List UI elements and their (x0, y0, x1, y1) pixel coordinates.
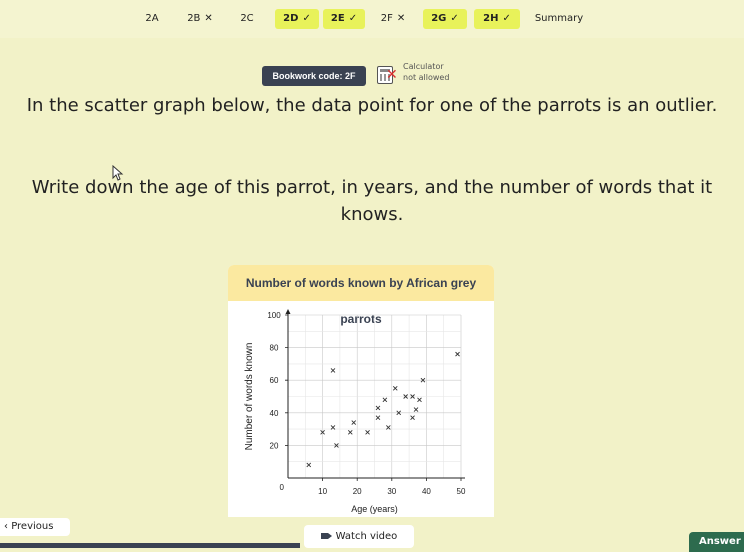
check-icon: ✓ (348, 13, 358, 24)
y-axis-arrow (285, 309, 291, 314)
x-tick-label: 30 (387, 487, 396, 496)
watch-video-button[interactable]: Watch video (304, 525, 414, 548)
tab-2d[interactable]: 2D ✓ (275, 9, 319, 29)
data-point (417, 397, 422, 403)
data-point (375, 405, 381, 411)
not-allowed-icon: ✕ (386, 67, 398, 83)
tab-summary[interactable]: Summary (528, 9, 590, 29)
question-text-1: In the scatter graph below, the data poi… (26, 95, 718, 116)
data-point (351, 420, 357, 425)
bookwork-code: Bookwork code: 2F (262, 66, 366, 86)
y-tick-label: 80 (270, 344, 279, 353)
question-text-2: Write down the age of this parrot, in ye… (31, 177, 713, 225)
origin-label: 0 (280, 483, 285, 492)
tab-label: 2A (145, 13, 159, 24)
tab-label: 2E (330, 13, 345, 24)
y-tick-label: 100 (267, 311, 281, 320)
y-axis-label: Number of words known (244, 343, 255, 451)
y-tick-label: 40 (270, 409, 279, 418)
x-tick-label: 20 (353, 487, 362, 496)
check-icon: ✓ (450, 13, 459, 24)
data-point (306, 462, 312, 468)
data-point (330, 368, 336, 373)
data-point (347, 430, 353, 435)
mouse-cursor-icon (112, 165, 124, 181)
tab-label: 2F (380, 13, 393, 24)
tab-label: 2H (483, 13, 499, 24)
data-point (375, 415, 381, 421)
previous-button[interactable]: ‹ Previous (0, 518, 70, 536)
tab-2a[interactable]: 2A (137, 9, 167, 29)
check-icon: ✓ (502, 13, 511, 24)
x-axis-label: Age (years) (351, 504, 398, 514)
answer-button[interactable]: Answer (689, 532, 744, 552)
tab-label: 2D (283, 13, 299, 24)
tab-2b[interactable]: 2B ✕ (178, 9, 222, 29)
scatter-graph-card: Number of words known by African grey pa… (228, 265, 494, 517)
question-tab-bar: 2A 2B ✕ 2C 2D ✓ 2E ✓ 2F ✕ 2G ✓ 2H ✓ Summary (0, 0, 744, 38)
tab-label: Summary (534, 13, 584, 24)
calculator-label: Calculator (403, 62, 444, 71)
cross-icon: ✕ (204, 13, 213, 24)
data-point (365, 430, 370, 435)
data-point (413, 407, 419, 412)
previous-label: Previous (11, 521, 54, 532)
data-point (382, 397, 388, 403)
tab-label: 2B (187, 13, 201, 24)
chart-title: Number of words known by African grey pa… (228, 265, 494, 326)
check-icon: ✓ (302, 13, 311, 24)
tab-2e[interactable]: 2E ✓ (323, 9, 365, 29)
status-strip (0, 543, 300, 548)
tab-2g[interactable]: 2G ✓ (423, 9, 467, 29)
y-tick-label: 20 (270, 441, 279, 450)
tab-2f[interactable]: 2F ✕ (372, 9, 414, 29)
data-point (392, 386, 398, 391)
tab-label: 2C (240, 13, 254, 24)
x-tick-label: 40 (422, 487, 431, 496)
tab-label: 2G (431, 13, 447, 24)
tab-2h[interactable]: 2H ✓ (474, 9, 520, 29)
cross-icon: ✕ (396, 13, 406, 24)
video-camera-icon (320, 533, 332, 539)
x-tick-label: 10 (318, 487, 327, 496)
calculator-status: not allowed (403, 73, 450, 82)
data-point (410, 415, 415, 421)
tab-2c[interactable]: 2C (232, 9, 262, 29)
x-tick-label: 50 (457, 487, 466, 496)
data-point (455, 351, 460, 357)
y-tick-label: 60 (270, 376, 279, 385)
scatter-chart: 10 20 30 40 50 20 40 60 80 100 0 Number of words kn… (244, 309, 466, 514)
watch-video-label: Watch video (335, 531, 398, 542)
